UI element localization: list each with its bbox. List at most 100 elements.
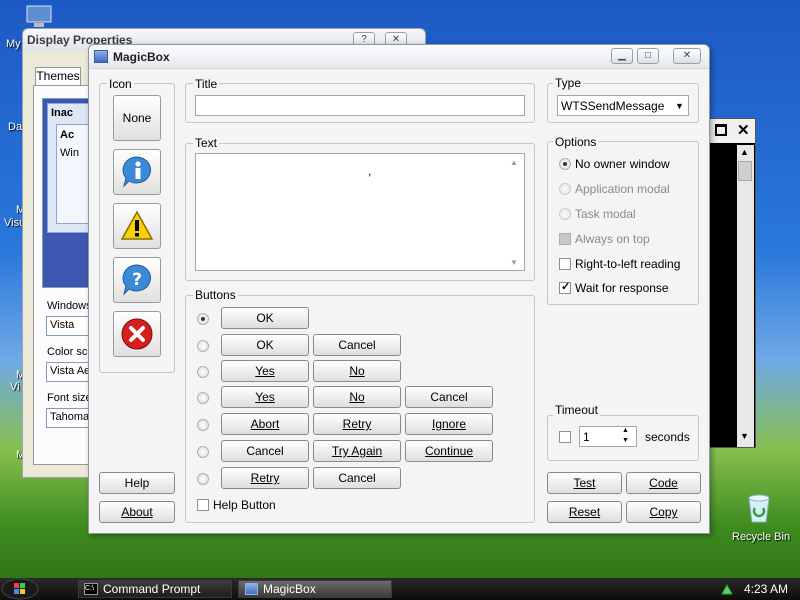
timeout-group-label: Timeout: [553, 403, 600, 417]
chevron-down-icon[interactable]: ▼: [675, 101, 684, 111]
text-scroll-up-icon[interactable]: ▲: [510, 158, 518, 167]
option-no-owner-radio[interactable]: [559, 158, 571, 170]
row1-ok-button[interactable]: OK: [221, 307, 309, 329]
option-wait-checkbox[interactable]: ✓: [559, 281, 571, 294]
row6-continue-button[interactable]: Continue: [405, 440, 493, 462]
cmd-maximize-icon[interactable]: [715, 124, 727, 136]
windows-label: Windows: [47, 300, 92, 312]
buttons-radio-3[interactable]: [197, 366, 209, 378]
spinner-down-icon[interactable]: ▼: [622, 437, 629, 444]
code-button[interactable]: Code: [626, 472, 701, 494]
taskbar: C:\ Command Prompt MagicBox 4:23 AM: [0, 578, 800, 600]
cmd-close-icon[interactable]: ✕: [737, 121, 750, 139]
row6-try-again-button[interactable]: Try Again: [313, 440, 401, 462]
type-select-value: WTSSendMessage: [561, 99, 665, 113]
preview-inactive-label: Inac: [51, 107, 74, 119]
buttons-radio-7[interactable]: [197, 473, 209, 485]
maximize-button[interactable]: □: [637, 48, 659, 64]
about-button[interactable]: About: [99, 501, 175, 523]
option-always-on-top-checkbox[interactable]: [559, 233, 571, 245]
icon-group-label: Icon: [107, 77, 134, 91]
buttons-radio-5[interactable]: [197, 419, 209, 431]
magicbox-window[interactable]: MagicBox ▁ □ ✕ Icon None ? Title Text , …: [88, 44, 710, 534]
taskbar-item-command-prompt-label: Command Prompt: [103, 582, 201, 596]
magicbox-titlebar[interactable]: MagicBox ▁ □ ✕: [89, 45, 709, 69]
reset-button[interactable]: Reset: [547, 501, 622, 523]
icon-none-label: None: [122, 111, 152, 125]
desktop-label-vi: Vi: [10, 381, 20, 393]
buttons-radio-6[interactable]: [197, 446, 209, 458]
option-application-modal-label: Application modal: [575, 182, 670, 196]
desktop-label-da: Da: [8, 121, 23, 133]
buttons-group-label: Buttons: [193, 288, 238, 302]
row4-cancel-button[interactable]: Cancel: [405, 386, 493, 408]
row6-cancel-button[interactable]: Cancel: [221, 440, 309, 462]
row5-abort-button[interactable]: Abort: [221, 413, 309, 435]
row5-ignore-button[interactable]: Ignore: [405, 413, 493, 435]
info-icon: [122, 156, 151, 188]
recycle-bin-icon[interactable]: [744, 492, 774, 527]
cmd-icon: C:\: [84, 583, 98, 595]
cmd-scroll-up-icon[interactable]: ▲: [740, 147, 749, 157]
close-button[interactable]: ✕: [673, 48, 701, 64]
minimize-button[interactable]: ▁: [611, 48, 633, 64]
cmd-scrollbar[interactable]: ▲ ▼: [737, 145, 754, 447]
spinner-up-icon[interactable]: ▲: [622, 427, 629, 434]
taskbar-item-magicbox[interactable]: MagicBox: [238, 580, 392, 598]
magicbox-task-icon: [245, 583, 258, 595]
icon-info-button[interactable]: [113, 149, 161, 195]
taskbar-clock[interactable]: 4:23 AM: [744, 582, 788, 596]
cmd-scroll-down-icon[interactable]: ▼: [740, 431, 749, 441]
type-group-label: Type: [553, 76, 584, 90]
svg-text:?: ?: [132, 270, 142, 290]
row3-no-button[interactable]: No: [313, 360, 401, 382]
type-select[interactable]: WTSSendMessage ▼: [557, 95, 689, 116]
option-always-on-top-label: Always on top: [575, 232, 650, 246]
color-scheme-label: Color sch: [47, 346, 94, 358]
test-button[interactable]: Test: [547, 472, 622, 494]
buttons-radio-4[interactable]: [197, 392, 209, 404]
title-input[interactable]: [195, 95, 525, 116]
network-tray-icon[interactable]: [720, 582, 734, 596]
timeout-checkbox[interactable]: [559, 431, 571, 443]
taskbar-item-magicbox-label: MagicBox: [263, 582, 316, 596]
preview-window-label: Win: [60, 147, 79, 159]
option-application-modal-radio[interactable]: [559, 183, 571, 195]
help-button[interactable]: Help: [99, 472, 175, 494]
start-button[interactable]: [0, 578, 70, 600]
icon-none-button[interactable]: None: [113, 95, 161, 141]
row2-ok-button[interactable]: OK: [221, 334, 309, 356]
text-scroll-down-icon[interactable]: ▼: [510, 258, 518, 267]
options-group-label: Options: [553, 135, 599, 149]
text-area[interactable]: , ▲ ▼: [195, 153, 525, 271]
copy-button[interactable]: Copy: [626, 501, 701, 523]
timeout-value: 1: [583, 430, 590, 444]
option-task-modal-radio[interactable]: [559, 208, 571, 220]
cmd-scroll-thumb[interactable]: [738, 161, 752, 181]
timeout-spinner[interactable]: 1 ▲ ▼: [579, 426, 637, 447]
error-icon: [121, 318, 153, 350]
option-rtl-checkbox[interactable]: [559, 258, 571, 270]
row4-yes-button[interactable]: Yes: [221, 386, 309, 408]
command-prompt-window[interactable]: ✕ ▲ ▼: [706, 118, 756, 448]
option-task-modal-label: Task modal: [575, 207, 636, 221]
option-no-owner-label: No owner window: [575, 157, 670, 171]
text-area-content: ,: [368, 164, 372, 178]
tab-themes[interactable]: Themes: [35, 67, 81, 85]
recycle-bin-label: Recycle Bin: [732, 531, 791, 543]
command-prompt-titlebar[interactable]: ✕: [707, 119, 755, 143]
row2-cancel-button[interactable]: Cancel: [313, 334, 401, 356]
row3-yes-button[interactable]: Yes: [221, 360, 309, 382]
help-button-checkbox[interactable]: [197, 499, 209, 511]
taskbar-item-command-prompt[interactable]: C:\ Command Prompt: [78, 580, 232, 598]
icon-question-button[interactable]: ?: [113, 257, 161, 303]
icon-warning-button[interactable]: [113, 203, 161, 249]
icon-error-button[interactable]: [113, 311, 161, 357]
buttons-radio-1[interactable]: [197, 313, 209, 325]
row5-retry-button[interactable]: Retry: [313, 413, 401, 435]
windows-logo-icon: [1, 578, 39, 600]
buttons-radio-2[interactable]: [197, 340, 209, 352]
row7-cancel-button[interactable]: Cancel: [313, 467, 401, 489]
row7-retry-button[interactable]: Retry: [221, 467, 309, 489]
row4-no-button[interactable]: No: [313, 386, 401, 408]
